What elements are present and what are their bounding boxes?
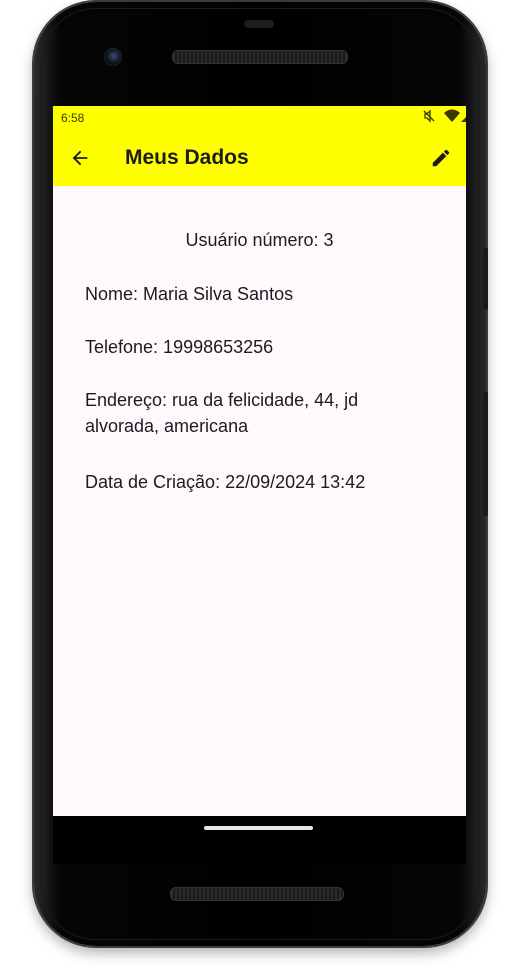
arrow-back-icon[interactable] — [69, 147, 91, 169]
page-title: Meus Dados — [125, 146, 249, 169]
creation-date-field: Data de Criação: 22/09/2024 13:42 — [85, 472, 366, 492]
signal-icon — [460, 109, 466, 128]
status-time: 6:58 — [61, 111, 85, 125]
user-number-label: Usuário número: 3 — [185, 230, 334, 250]
front-camera — [104, 48, 122, 66]
power-button — [483, 248, 488, 310]
name-field: Nome: Maria Silva Santos — [85, 284, 294, 304]
earpiece-speaker — [172, 50, 348, 64]
pencil-icon[interactable] — [430, 147, 452, 169]
wifi-icon — [444, 109, 460, 128]
top-sensor — [244, 20, 274, 28]
navigation-bar — [53, 816, 466, 864]
bottom-speaker — [170, 887, 344, 901]
address-field: Endereço: rua da felicidade, 44, jd alvo… — [85, 390, 359, 436]
app-bar: 6:58 Meus Dados — [53, 106, 466, 186]
mute-icon — [422, 109, 436, 128]
screen: 6:58 Meus Dados Usuário número: 3 Nome: — [53, 106, 466, 816]
status-bar: 6:58 — [53, 106, 466, 130]
home-gesture-handle[interactable] — [204, 826, 313, 830]
phone-field: Telefone: 19998653256 — [85, 337, 274, 357]
volume-button — [483, 392, 488, 516]
side-button — [34, 66, 37, 94]
